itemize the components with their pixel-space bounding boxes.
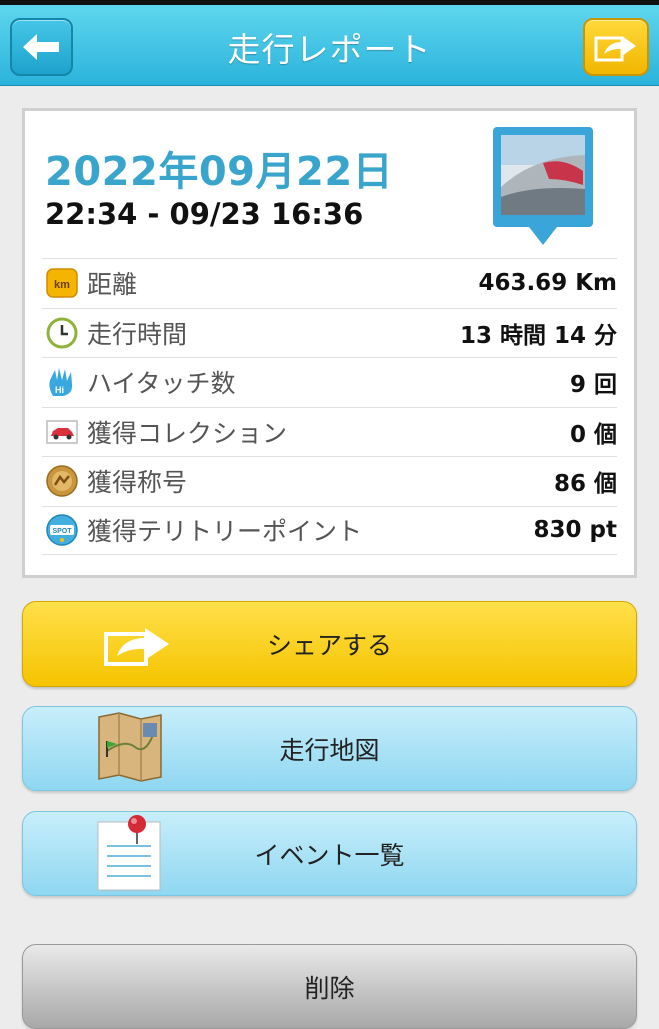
high-five-icon: Hi	[45, 365, 79, 399]
stat-row-distance: km 距離 463.69 Km	[42, 258, 617, 308]
stat-row-high-five: Hi ハイタッチ数 9 回	[42, 357, 617, 407]
svg-text:Hi: Hi	[55, 385, 64, 395]
drive-map-label: 走行地図	[279, 735, 380, 765]
map-icon	[98, 712, 162, 782]
stats-list: km 距離 463.69 Km 走行時間 13 時間 14 分 Hi ハイタッチ…	[42, 258, 617, 555]
notepad-pin-icon	[97, 815, 161, 891]
car-icon	[45, 415, 79, 449]
share-button[interactable]: シェアする	[22, 601, 637, 687]
photo-pin-icon[interactable]	[493, 127, 593, 251]
stat-label: 走行時間	[87, 319, 188, 349]
app-header: 走行レポート	[0, 5, 659, 86]
stat-value: 463.69 Km	[478, 270, 617, 297]
report-card: 2022年09月22日 22:34 - 09/23 16:36 km 距離 46…	[22, 108, 637, 578]
stat-value: 0 個	[569, 421, 617, 448]
event-list-button[interactable]: イベント一覧	[22, 811, 637, 896]
stat-value: 9 回	[569, 372, 617, 399]
delete-button[interactable]: 削除	[22, 944, 637, 1029]
svg-text:SPOT: SPOT	[52, 528, 72, 535]
stat-row-territory: SPOT 獲得テリトリーポイント 830 pt	[42, 505, 617, 555]
report-time-range: 22:34 - 09/23 16:36	[45, 197, 364, 231]
stat-row-collection: 獲得コレクション 0 個	[42, 406, 617, 457]
share-icon	[594, 36, 636, 62]
stat-label: 獲得コレクション	[87, 418, 288, 448]
stat-row-titles: 獲得称号 86 個	[42, 456, 617, 506]
stat-label: 獲得テリトリーポイント	[87, 517, 363, 547]
header-share-button[interactable]	[583, 18, 649, 76]
report-date: 2022年09月22日	[45, 149, 394, 195]
title-medal-icon	[45, 464, 79, 498]
clock-icon	[45, 316, 79, 350]
share-button-label: シェアする	[266, 631, 392, 660]
delete-button-label: 削除	[304, 973, 355, 1003]
event-list-label: イベント一覧	[254, 840, 405, 870]
stat-label: 獲得称号	[87, 468, 188, 498]
stat-label: 距離	[87, 270, 138, 300]
stat-value: 86 個	[553, 471, 617, 498]
stat-value: 830 pt	[533, 517, 617, 544]
spot-icon: SPOT	[45, 513, 79, 547]
share-icon	[104, 628, 169, 666]
stat-label: ハイタッチ数	[87, 369, 236, 399]
stat-value: 13 時間 14 分	[459, 322, 617, 349]
stat-row-drive-time: 走行時間 13 時間 14 分	[42, 307, 617, 358]
km-icon: km	[45, 266, 79, 300]
drive-map-button[interactable]: 走行地図	[22, 706, 637, 791]
page-title: 走行レポート	[227, 30, 432, 69]
svg-text:km: km	[54, 279, 70, 291]
